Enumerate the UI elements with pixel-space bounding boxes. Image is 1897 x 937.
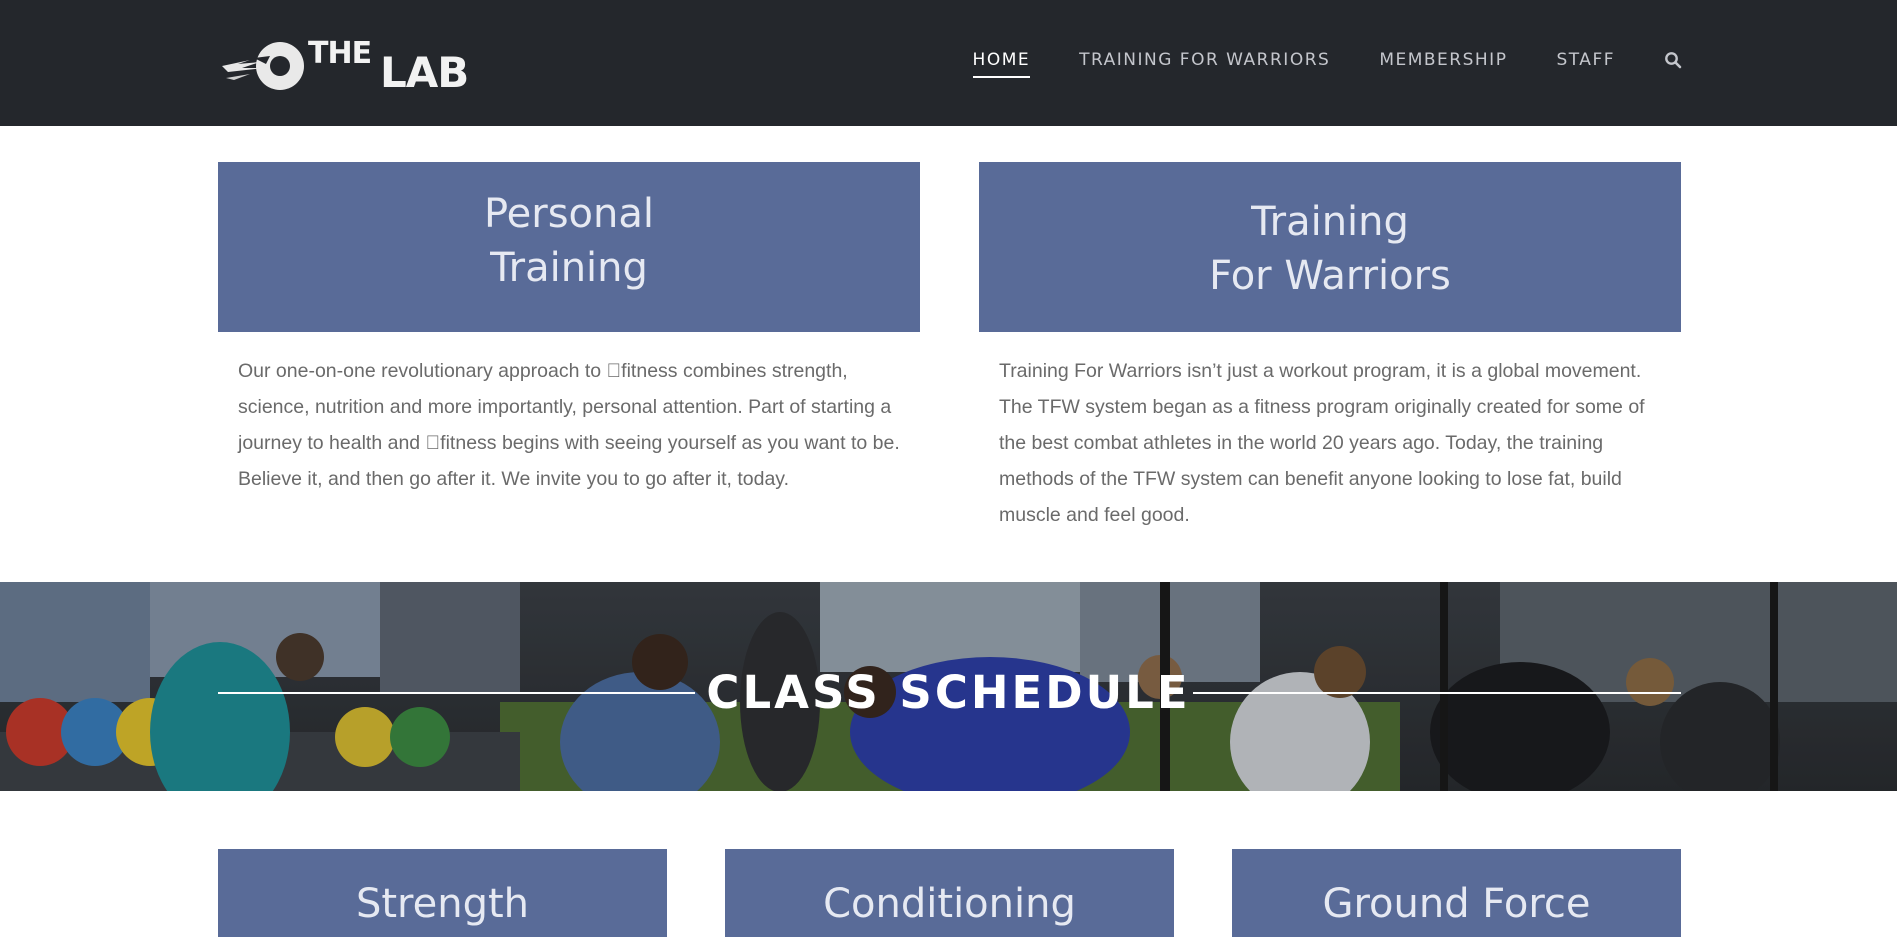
class-title-conditioning: Conditioning: [823, 881, 1076, 927]
site-logo[interactable]: THE LAB: [220, 34, 469, 97]
class-card-strength[interactable]: Strength: [218, 849, 667, 937]
personal-training-title: Personal Training: [483, 191, 655, 291]
class-title-strength: Strength: [355, 881, 530, 927]
class-card-ground-force[interactable]: Ground Force: [1232, 849, 1681, 937]
nav-membership[interactable]: MEMBERSHIP: [1379, 50, 1507, 76]
logo-text-lab: LAB: [380, 48, 469, 97]
site-header: THE LAB HOME TRAINING FOR WARRIORS MEMBE…: [0, 0, 1897, 126]
nav-home[interactable]: HOME: [972, 50, 1031, 78]
training-for-warriors-title: Training For Warriors: [1209, 199, 1451, 299]
class-schedule-title: CLASS SCHEDULE: [706, 666, 1191, 719]
training-for-warriors-card[interactable]: Training For Warriors: [979, 162, 1681, 332]
class-title-ground-force: Ground Force: [1322, 881, 1591, 927]
class-schedule-banner: CLASS SCHEDULE: [0, 582, 1897, 791]
personal-training-description: Our one-on-one revolutionary approach to…: [238, 360, 900, 490]
nav-staff[interactable]: STAFF: [1556, 50, 1615, 76]
main-nav: HOME TRAINING FOR WARRIORS MEMBERSHIP ST…: [924, 50, 1682, 78]
search-icon[interactable]: [1664, 51, 1682, 69]
training-for-warriors-description: Training For Warriors isn’t just a worko…: [999, 360, 1645, 526]
class-card-conditioning[interactable]: Conditioning: [725, 849, 1174, 937]
nav-training-for-warriors[interactable]: TRAINING FOR WARRIORS: [1079, 50, 1330, 76]
logo-ring-icon: [222, 42, 304, 90]
personal-training-card[interactable]: Personal Training: [218, 162, 920, 332]
logo-text-the: THE: [308, 36, 372, 71]
